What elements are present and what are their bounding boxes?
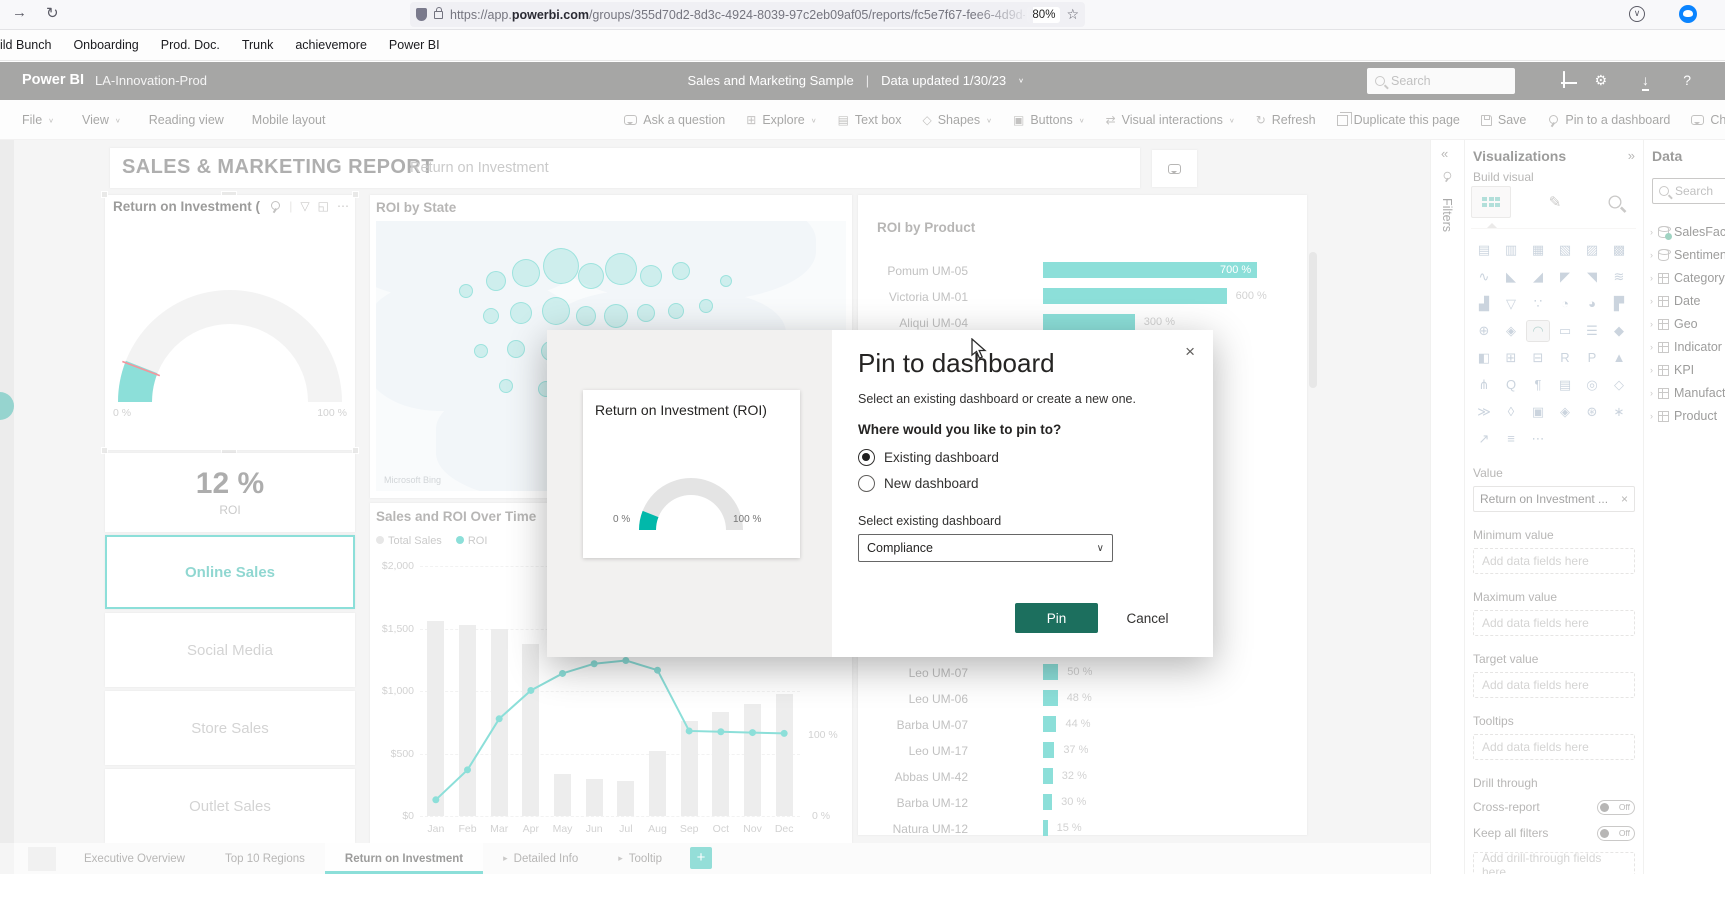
lock-icon	[434, 11, 443, 19]
radio-option-label: Existing dashboard	[884, 450, 999, 465]
bookmark-item[interactable]: Onboarding	[73, 38, 138, 52]
existing-dashboard-select[interactable]: Compliance ∨	[858, 534, 1113, 562]
dialog-title: Pin to dashboard	[858, 348, 1055, 379]
url-prefix: https://app.	[450, 8, 512, 22]
preview-gauge-min: 0 %	[613, 514, 630, 525]
dialog-body: × Pin to dashboard Select an existing da…	[832, 330, 1213, 657]
bookmarks-bar: ild Bunch Onboarding Prod. Doc. Trunk	[0, 30, 1725, 61]
pin-button[interactable]: Pin	[1015, 603, 1098, 633]
radio-button-icon[interactable]	[858, 449, 875, 466]
radio-button-icon[interactable]	[858, 475, 875, 492]
bookmark-label: Prod. Doc.	[161, 38, 220, 52]
screen: → ↻ https://app.powerbi.com/groups/355d7…	[0, 0, 1725, 897]
bookmark-item[interactable]: ild Bunch	[0, 38, 51, 52]
pin-to-dashboard-dialog: Return on Investment (ROI) 0 % 100 % × P…	[547, 330, 1213, 657]
url-domain: powerbi.com	[512, 8, 589, 22]
forward-icon[interactable]: →	[12, 4, 27, 21]
bookmark-label: Onboarding	[73, 38, 138, 52]
pocket-icon[interactable]: ∨	[1629, 6, 1645, 22]
bookmark-item[interactable]: achievemore	[295, 38, 367, 52]
bookmark-label: achievemore	[295, 38, 367, 52]
preview-tile-title: Return on Investment (ROI)	[595, 402, 767, 418]
select-dashboard-label: Select existing dashboard	[858, 514, 1001, 528]
url-path: /groups/355d70d2-8d3c-4924-8039-97c2eb09…	[589, 8, 1025, 22]
preview-tile: Return on Investment (ROI) 0 % 100 %	[583, 390, 800, 558]
bookmark-item[interactable]: Prod. Doc.	[161, 38, 220, 52]
selected-dashboard-value: Compliance	[867, 541, 933, 555]
chevron-down-icon: ∨	[1097, 543, 1104, 554]
url-text[interactable]: https://app.powerbi.com/groups/355d70d2-…	[450, 8, 1025, 22]
browser-toolbar: → ↻ https://app.powerbi.com/groups/355d7…	[0, 0, 1725, 30]
bookmark-label: ild Bunch	[0, 38, 51, 52]
pin-destination-question: Where would you like to pin to?	[858, 422, 1061, 437]
profile-icon[interactable]	[1679, 5, 1697, 23]
shield-icon[interactable]	[416, 8, 427, 21]
preview-gauge-max: 100 %	[733, 514, 761, 525]
cancel-button[interactable]: Cancel	[1110, 603, 1185, 633]
radio-option[interactable]: Existing dashboard	[858, 444, 999, 470]
address-bar[interactable]: https://app.powerbi.com/groups/355d70d2-…	[410, 2, 1085, 27]
bookmark-label: Trunk	[242, 38, 274, 52]
radio-option-label: New dashboard	[884, 476, 979, 491]
bookmark-item[interactable]: Power BI	[389, 38, 440, 52]
radio-option[interactable]: New dashboard	[858, 470, 999, 496]
bookmark-star-icon[interactable]: ☆	[1066, 6, 1079, 23]
bookmark-item[interactable]: Trunk	[242, 38, 274, 52]
mouse-cursor	[970, 338, 990, 365]
url-fade	[973, 2, 1033, 27]
bookmark-label: Power BI	[389, 38, 440, 52]
close-icon[interactable]: ×	[1185, 342, 1195, 362]
dialog-preview-area: Return on Investment (ROI) 0 % 100 %	[547, 330, 832, 657]
reload-icon[interactable]: ↻	[46, 4, 59, 22]
dialog-subtitle: Select an existing dashboard or create a…	[858, 392, 1136, 406]
